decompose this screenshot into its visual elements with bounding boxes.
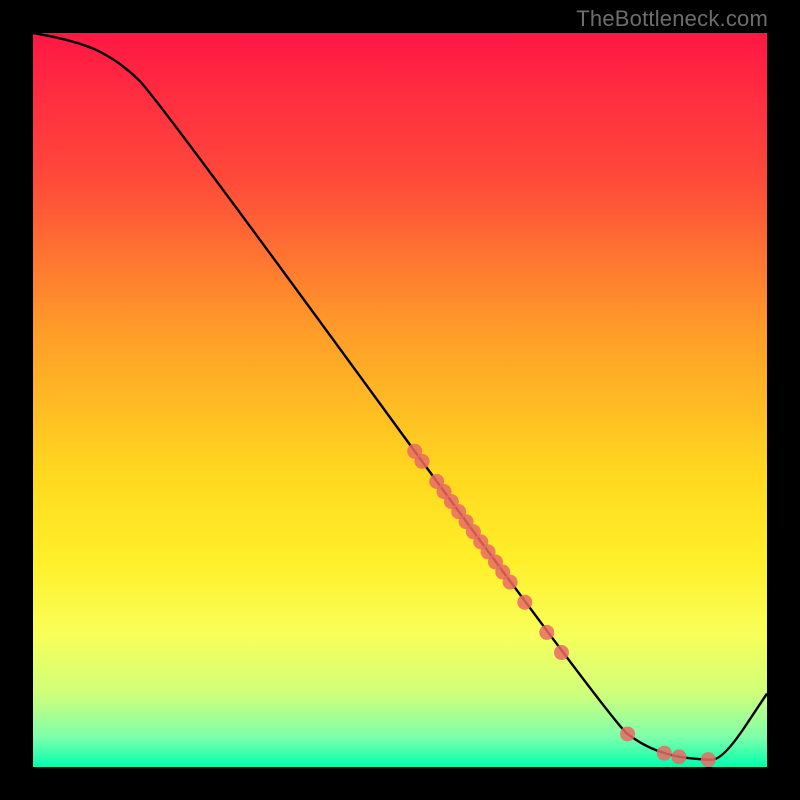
data-marker <box>620 726 635 741</box>
data-marker <box>701 752 716 767</box>
data-marker <box>657 746 672 761</box>
data-marker <box>539 625 554 640</box>
data-marker <box>554 645 569 660</box>
heatmap-background <box>33 33 767 767</box>
data-marker <box>517 595 532 610</box>
data-marker <box>671 749 686 764</box>
watermark-text: TheBottleneck.com <box>576 6 768 32</box>
plot-area <box>33 33 767 767</box>
data-marker <box>503 575 518 590</box>
chart-stage: TheBottleneck.com <box>0 0 800 800</box>
data-marker <box>415 454 430 469</box>
chart-svg <box>33 33 767 767</box>
